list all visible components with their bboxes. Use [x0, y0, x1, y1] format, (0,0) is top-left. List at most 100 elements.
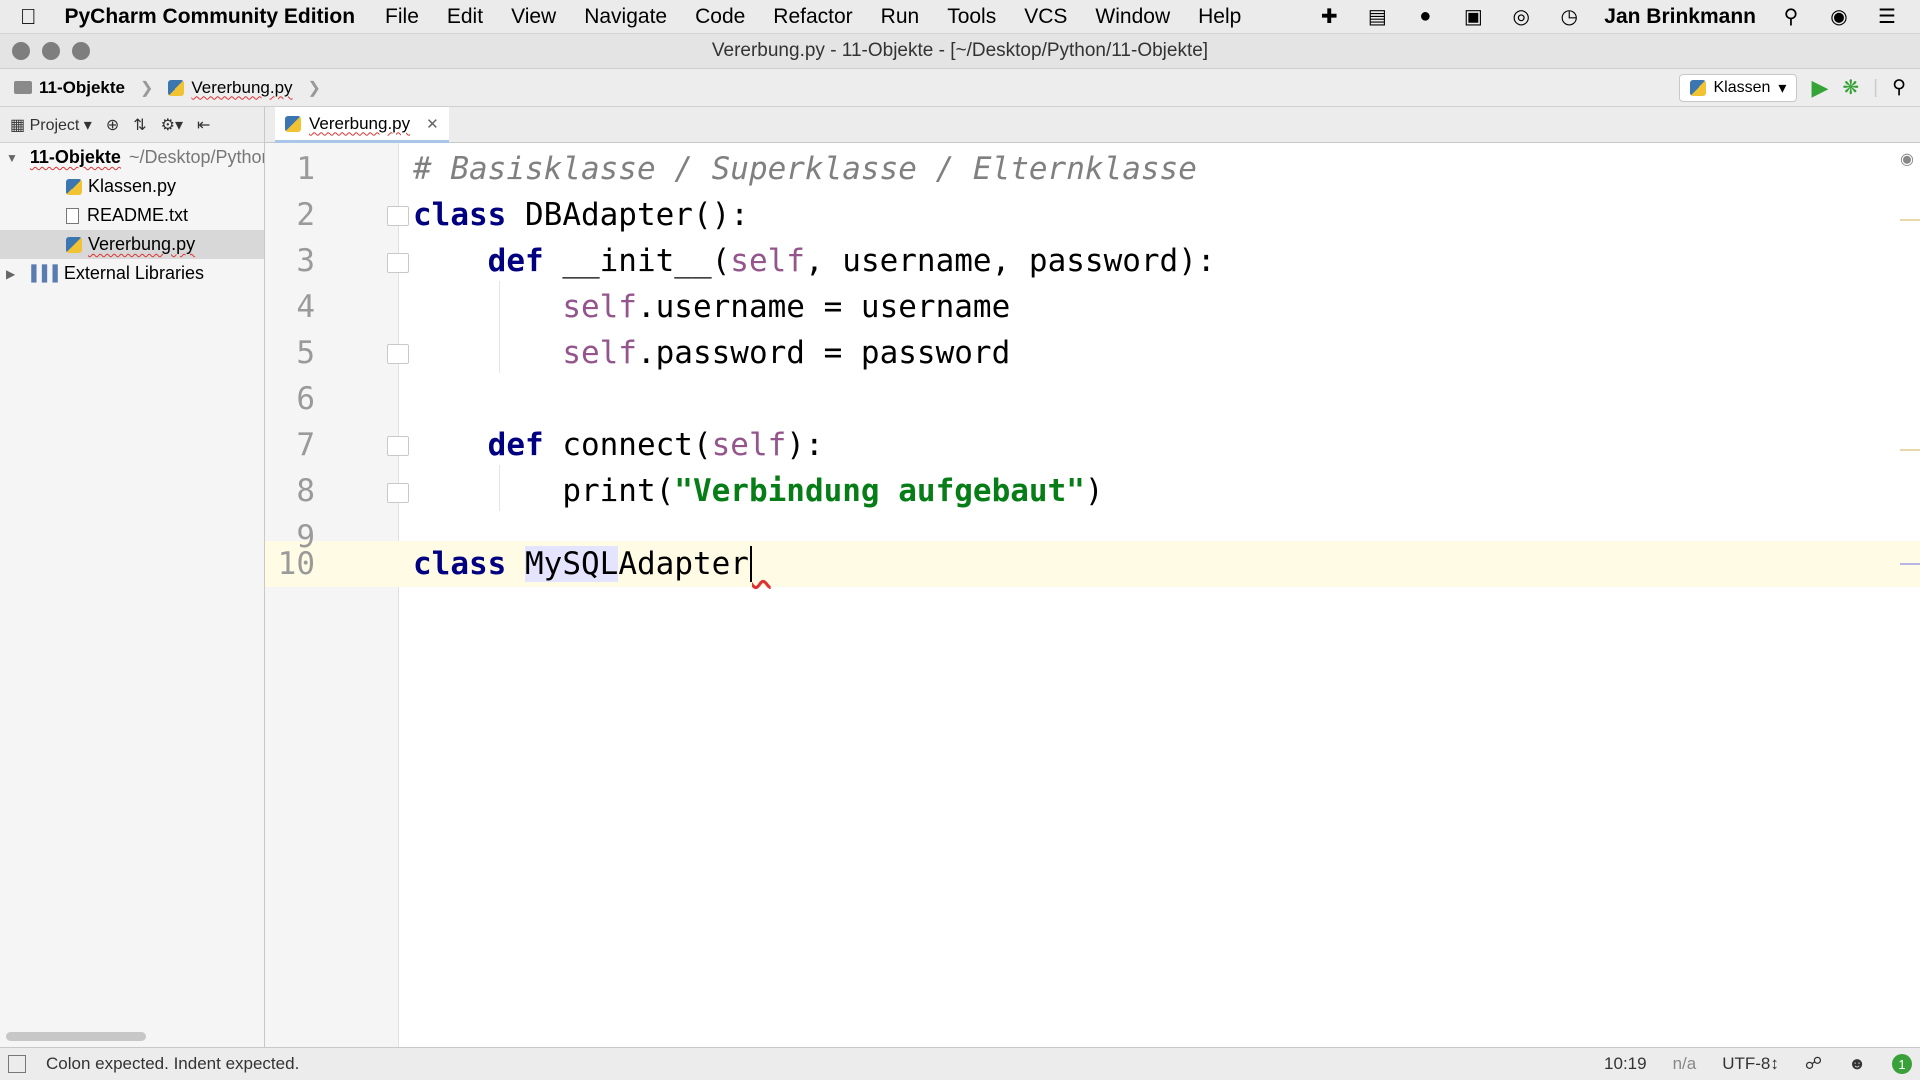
- spotlight-search-icon[interactable]: ⚲: [1778, 4, 1804, 30]
- menu-bar-tray: ✚ ▤ ● ▣ ◎ ◷ Jan Brinkmann ⚲ ◉ ☰: [1316, 4, 1900, 30]
- menu-file[interactable]: File: [385, 5, 419, 29]
- hide-panel-icon[interactable]: ⇤: [197, 115, 210, 135]
- line-number: 8: [296, 473, 315, 509]
- code-text: __init__(: [543, 243, 731, 279]
- caret-position[interactable]: 10:19: [1604, 1054, 1647, 1074]
- highlighted-identifier: MySQL: [525, 546, 619, 582]
- tree-item-readme[interactable]: README.txt: [0, 201, 264, 230]
- editor-tab-bar: Vererbung.py ✕: [265, 107, 1920, 143]
- navigation-bar: 11-Objekte ❯ Vererbung.py ❯ Klassen ▾ ▶ …: [0, 69, 1920, 107]
- code-text: ): [1084, 473, 1104, 509]
- tree-item-label: Vererbung.py: [88, 234, 196, 254]
- status-widgets: 10:19 n/a UTF-8↕ ☍ ☻ 1: [1604, 1054, 1912, 1074]
- menu-navigate[interactable]: Navigate: [584, 5, 667, 29]
- menu-window[interactable]: Window: [1095, 5, 1170, 29]
- breadcrumb-file[interactable]: Vererbung.py: [191, 78, 292, 98]
- fold-marker[interactable]: [387, 206, 409, 226]
- python-icon: [1689, 79, 1706, 96]
- menu-tools[interactable]: Tools: [947, 5, 996, 29]
- locate-file-icon[interactable]: ⊕: [106, 115, 119, 135]
- eye-icon[interactable]: ◉: [1900, 149, 1914, 169]
- python-file-icon: [168, 79, 185, 96]
- fold-marker[interactable]: [387, 436, 409, 456]
- code-line-2: class DBAdapter():: [413, 192, 1920, 238]
- event-log-badge[interactable]: 1: [1892, 1054, 1912, 1074]
- project-view-select[interactable]: ▦ Project ▾: [10, 115, 92, 135]
- plus-cross-icon[interactable]: ✚: [1316, 4, 1342, 30]
- user-name[interactable]: Jan Brinkmann: [1604, 5, 1756, 29]
- expanded-triangle-icon[interactable]: ▼: [6, 151, 18, 165]
- menu-view[interactable]: View: [511, 5, 556, 29]
- self-keyword: self: [562, 335, 637, 371]
- menu-vcs[interactable]: VCS: [1024, 5, 1067, 29]
- menu-run[interactable]: Run: [881, 5, 920, 29]
- apple-icon[interactable]: : [20, 4, 37, 30]
- leaf-icon[interactable]: ●: [1412, 4, 1438, 30]
- root-folder-name: 11-Objekte: [29, 147, 121, 167]
- tree-item-label: Klassen.py: [88, 176, 177, 196]
- folder-icon: [14, 81, 32, 94]
- run-icon[interactable]: ▶: [1811, 75, 1828, 101]
- fold-marker[interactable]: [387, 253, 409, 273]
- line-number: 4: [296, 289, 315, 325]
- notification-center-icon[interactable]: ☰: [1874, 4, 1900, 30]
- python-file-icon: [66, 236, 82, 253]
- toggle-tool-windows-icon[interactable]: [8, 1055, 26, 1073]
- code-line-4: self.username = username: [413, 284, 1920, 330]
- project-toolbar: ▦ Project ▾ ⊕ ⇅ ⚙▾ ⇤: [0, 107, 264, 143]
- run-configuration-select[interactable]: Klassen ▾: [1678, 73, 1798, 102]
- window-title: Vererbung.py - 11-Objekte - [~/Desktop/P…: [711, 40, 1209, 61]
- line-number: 1: [296, 151, 315, 187]
- python-file-icon: [285, 115, 301, 132]
- siri-icon[interactable]: ◉: [1826, 4, 1852, 30]
- tree-item-klassen[interactable]: Klassen.py: [0, 172, 264, 201]
- collapsed-triangle-icon[interactable]: ▶: [6, 267, 20, 281]
- collapse-all-icon[interactable]: ⇅: [133, 115, 146, 135]
- text-file-icon: [66, 207, 79, 224]
- time-machine-icon[interactable]: ◷: [1556, 4, 1582, 30]
- code-editor[interactable]: 1 2 3 4 5 6 7 8 9 10 # Basisklasse / Sup…: [265, 143, 1920, 1047]
- inspector-icon[interactable]: ☻: [1848, 1054, 1866, 1074]
- code-line-5: self.password = password: [413, 330, 1920, 376]
- tree-item-root[interactable]: ▼ 11-Objekte ~/Desktop/Python/11-Objekte: [0, 143, 264, 172]
- menu-code[interactable]: Code: [695, 5, 745, 29]
- fold-marker[interactable]: [387, 483, 409, 503]
- search-everywhere-icon[interactable]: ⚲: [1892, 76, 1906, 99]
- lock-icon[interactable]: ☍: [1805, 1054, 1822, 1074]
- horizontal-scrollbar[interactable]: [6, 1032, 146, 1041]
- code-text: .username = username: [636, 289, 1011, 325]
- debug-icon[interactable]: ❋: [1842, 75, 1859, 100]
- menu-refactor[interactable]: Refactor: [773, 5, 852, 29]
- breadcrumb-project[interactable]: 11-Objekte: [39, 78, 125, 98]
- dropbox-icon[interactable]: ▤: [1364, 4, 1390, 30]
- keyword: def: [487, 427, 544, 463]
- chat-icon[interactable]: ◎: [1508, 4, 1534, 30]
- line-separator[interactable]: n/a: [1673, 1054, 1697, 1074]
- menu-help[interactable]: Help: [1198, 5, 1241, 29]
- gear-icon[interactable]: ⚙▾: [161, 115, 183, 135]
- self-keyword: self: [730, 243, 805, 279]
- file-encoding[interactable]: UTF-8↕: [1722, 1054, 1779, 1074]
- scrollbar-marker[interactable]: [1900, 563, 1920, 565]
- menu-bar:  PyCharm Community Edition File Edit Vi…: [0, 0, 1920, 34]
- menu-edit[interactable]: Edit: [447, 5, 483, 29]
- tree-item-vererbung[interactable]: Vererbung.py: [0, 230, 264, 259]
- scrollbar-marker[interactable]: [1900, 219, 1920, 221]
- code-line-10: class MySQLAdapter: [413, 541, 1920, 587]
- close-icon[interactable]: ✕: [426, 115, 439, 133]
- tab-vererbung[interactable]: Vererbung.py ✕: [275, 107, 449, 143]
- code-text: ):: [786, 427, 824, 463]
- camera-icon[interactable]: ▣: [1460, 4, 1486, 30]
- run-configuration-name: Klassen: [1713, 78, 1771, 96]
- breadcrumb: 11-Objekte ❯ Vererbung.py ❯: [14, 78, 329, 98]
- scrollbar-marker[interactable]: [1900, 449, 1920, 451]
- tab-label: Vererbung.py: [309, 113, 411, 133]
- keyword: class: [413, 546, 507, 582]
- code-line-7: def connect(self):: [413, 422, 1920, 468]
- fold-marker[interactable]: [387, 344, 409, 364]
- root-folder-path: ~/Desktop/Python/11-Objekte: [128, 147, 264, 167]
- app-name-menu[interactable]: PyCharm Community Edition: [65, 5, 356, 29]
- status-bar: Colon expected. Indent expected. 10:19 n…: [0, 1047, 1920, 1080]
- run-toolbar: Klassen ▾ ▶ ❋ | ⚲: [1678, 73, 1906, 102]
- tree-item-external-libraries[interactable]: ▶ ▐▐▐ External Libraries: [0, 259, 264, 288]
